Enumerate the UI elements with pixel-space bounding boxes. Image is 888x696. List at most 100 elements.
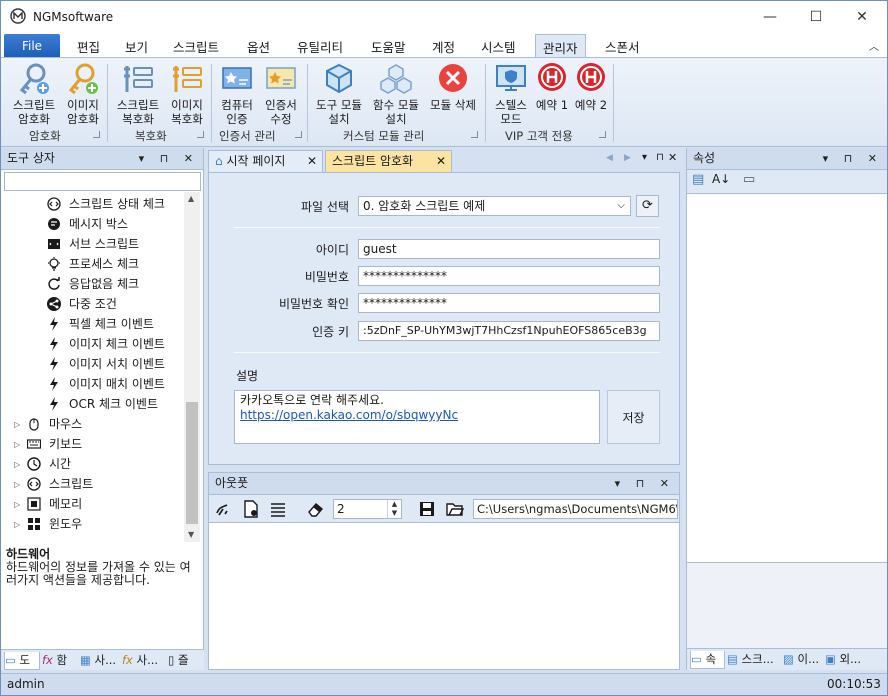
scroll-up-icon[interactable]: ▲ xyxy=(188,194,194,203)
id-field[interactable]: guest xyxy=(358,239,660,259)
save-button[interactable]: 저장 xyxy=(607,390,660,444)
tab-edit[interactable]: 편집 xyxy=(77,37,100,56)
ribbon-group-launcher[interactable] xyxy=(471,131,478,138)
ribbon-group-launcher[interactable] xyxy=(197,131,204,138)
close-document-icon[interactable]: ✕ xyxy=(668,151,677,164)
close-tab-icon[interactable]: ✕ xyxy=(436,151,446,171)
encrypt-script-button[interactable]: 스크립트 암호화 xyxy=(7,62,61,126)
save-output-button[interactable] xyxy=(417,499,437,519)
password-confirm-field[interactable]: ************** xyxy=(358,293,660,313)
tab-account[interactable]: 계정 xyxy=(432,37,455,56)
tab-script[interactable]: 스크립트 xyxy=(173,37,219,56)
install-function-module-button[interactable]: 함수 모듈 설치 xyxy=(367,62,425,126)
toolbox-scrollbar[interactable]: ▲ ▼ xyxy=(184,192,200,542)
reserved-2-button[interactable]: 예약 2 xyxy=(571,62,611,112)
bottom-tab-user1[interactable]: ▦ 사... xyxy=(80,652,120,670)
scroll-down-icon[interactable]: ▼ xyxy=(188,530,194,539)
stepper-up-icon[interactable]: ▲ xyxy=(387,500,401,509)
bottom-tab-favorites[interactable]: ▯ 즐 xyxy=(168,652,202,670)
output-path-field[interactable]: C:\Users\ngmas\Documents\NGM6\ xyxy=(473,499,678,519)
certificate-gold-icon xyxy=(266,67,296,89)
toolbox-search-input[interactable] xyxy=(4,172,201,191)
tree-item-label: 서브 스크립트 xyxy=(69,237,140,251)
bottom-tab-images[interactable]: ▨ 이... xyxy=(783,651,823,669)
eraser-button[interactable] xyxy=(306,499,326,519)
close-icon: ✕ xyxy=(856,9,868,25)
expand-icon[interactable]: ▷ xyxy=(14,475,20,495)
tab-system[interactable]: 시스템 xyxy=(481,37,516,56)
encrypt-image-button[interactable]: 이미지 암호화 xyxy=(61,62,105,126)
bottom-tab-properties[interactable]: ▭ 속 xyxy=(690,651,725,669)
bottom-tab-user2[interactable]: fx 사... xyxy=(122,652,166,670)
refresh-button[interactable]: ⟳ xyxy=(636,195,659,217)
list-icon xyxy=(271,503,285,517)
list-button[interactable] xyxy=(268,499,288,519)
tab-scroll-left-icon[interactable]: ◀ xyxy=(606,153,613,163)
close-button[interactable]: ✕ xyxy=(839,1,885,33)
panel-controls[interactable]: ▾ ⊓ ✕ xyxy=(139,148,199,169)
ribbon-separator xyxy=(485,64,486,142)
expand-icon[interactable]: ▷ xyxy=(14,515,20,535)
reserved-1-button[interactable]: 예약 1 xyxy=(533,62,571,112)
expand-icon[interactable]: ▷ xyxy=(14,495,20,515)
tab-utility[interactable]: 유틸리티 xyxy=(297,37,343,56)
level-stepper[interactable]: 2 ▲ ▼ xyxy=(333,499,402,519)
collapse-ribbon-icon[interactable]: ︿ xyxy=(869,38,879,53)
bottom-tab-functions[interactable]: fx 함 xyxy=(42,652,78,670)
edit-certificate-button[interactable]: 인증서 수정 xyxy=(259,62,303,126)
auth-key-field[interactable]: :5zDnF_SP-UhYM3wjT7HhCzsf1NpuhEOFS865ceB… xyxy=(358,321,660,341)
delete-module-button[interactable]: 모듈 삭제 xyxy=(425,62,481,112)
categorized-icon[interactable]: ▤ xyxy=(692,172,704,187)
bottom-tab-scripts[interactable]: ▤ 스크... xyxy=(727,651,781,669)
output-panel: 아웃풋 ▾ ⊓ ✕ 2 ▲ ▼ C:\Users\ngmas\Documents… xyxy=(208,472,680,670)
close-tab-icon[interactable]: ✕ xyxy=(307,151,317,171)
maximize-button[interactable]: ☐ xyxy=(793,1,839,33)
cube-icon xyxy=(326,63,352,94)
pin-icon[interactable]: ⊓ xyxy=(656,152,664,163)
decrypt-image-button[interactable]: 이미지 복호화 xyxy=(165,62,209,126)
output-toolbar: 2 ▲ ▼ C:\Users\ngmas\Documents\NGM6\ xyxy=(209,495,679,523)
ribbon-group-launcher[interactable] xyxy=(93,131,100,138)
delete-icon xyxy=(439,64,467,92)
decrypt-script-button[interactable]: 스크립트 복호화 xyxy=(111,62,165,126)
ribbon-group-vip-label: VIP 고객 전용 xyxy=(505,129,573,143)
expand-icon[interactable]: ▷ xyxy=(14,455,20,475)
panel-controls[interactable]: ▾ ⊓ ✕ xyxy=(615,473,675,494)
property-pages-icon[interactable]: ▭ xyxy=(743,172,755,187)
scroll-thumb[interactable] xyxy=(186,402,198,524)
install-tool-module-button[interactable]: 도구 모듈 설치 xyxy=(311,62,367,126)
kakao-link[interactable]: https://open.kakao.com/o/sbqwyyNc xyxy=(240,408,594,423)
file-menu-button[interactable]: File xyxy=(4,34,60,57)
bottom-tab-toolbox[interactable]: ▭ 도 xyxy=(4,652,40,670)
minimize-button[interactable]: — xyxy=(747,1,793,33)
tab-help[interactable]: 도움말 xyxy=(371,37,406,56)
file-select-dropdown[interactable]: 0. 암호화 스크립트 예제 ⌵ xyxy=(358,196,631,216)
tab-admin[interactable]: 관리자 xyxy=(535,34,586,58)
stepper-down-icon[interactable]: ▼ xyxy=(387,509,401,518)
description-textarea[interactable]: 카카오톡으로 연락 해주세요. https://open.kakao.com/o… xyxy=(234,390,600,444)
bottom-tab-external[interactable]: ▣ 외... xyxy=(825,651,885,669)
ribbon-group-launcher[interactable] xyxy=(295,131,302,138)
tab-view[interactable]: 보기 xyxy=(125,37,148,56)
sort-az-icon[interactable]: A↓ xyxy=(712,172,730,186)
computer-auth-button[interactable]: 컴퓨터 인증 xyxy=(215,62,259,126)
expand-icon[interactable]: ▷ xyxy=(14,435,20,455)
add-document-button[interactable] xyxy=(241,499,261,519)
tab-sponsor[interactable]: 스폰서 xyxy=(605,37,640,56)
panel-controls[interactable]: ▾ ⊓ ✕ xyxy=(823,148,883,169)
tab-options[interactable]: 옵션 xyxy=(247,37,270,56)
tab-list-icon[interactable]: ▾ xyxy=(642,152,647,163)
key-add-gold-icon xyxy=(68,63,98,95)
ribbon-group-launcher[interactable] xyxy=(599,131,606,138)
tab-script-encrypt[interactable]: 스크립트 암호화 ✕ xyxy=(325,150,452,172)
clean-output-button[interactable] xyxy=(213,499,233,519)
minimize-icon: — xyxy=(763,9,777,25)
bolt-icon xyxy=(47,377,61,391)
open-folder-button[interactable] xyxy=(445,499,465,519)
tab-scroll-right-icon[interactable]: ▶ xyxy=(624,153,631,163)
expand-icon[interactable]: ▷ xyxy=(14,415,20,435)
tab-start-page[interactable]: ⌂ 시작 페이지 ✕ xyxy=(208,150,323,172)
refresh-icon: ⟳ xyxy=(642,198,653,213)
password-field[interactable]: ************** xyxy=(358,266,660,286)
stealth-mode-button[interactable]: 스텔스 모드 xyxy=(489,62,533,126)
